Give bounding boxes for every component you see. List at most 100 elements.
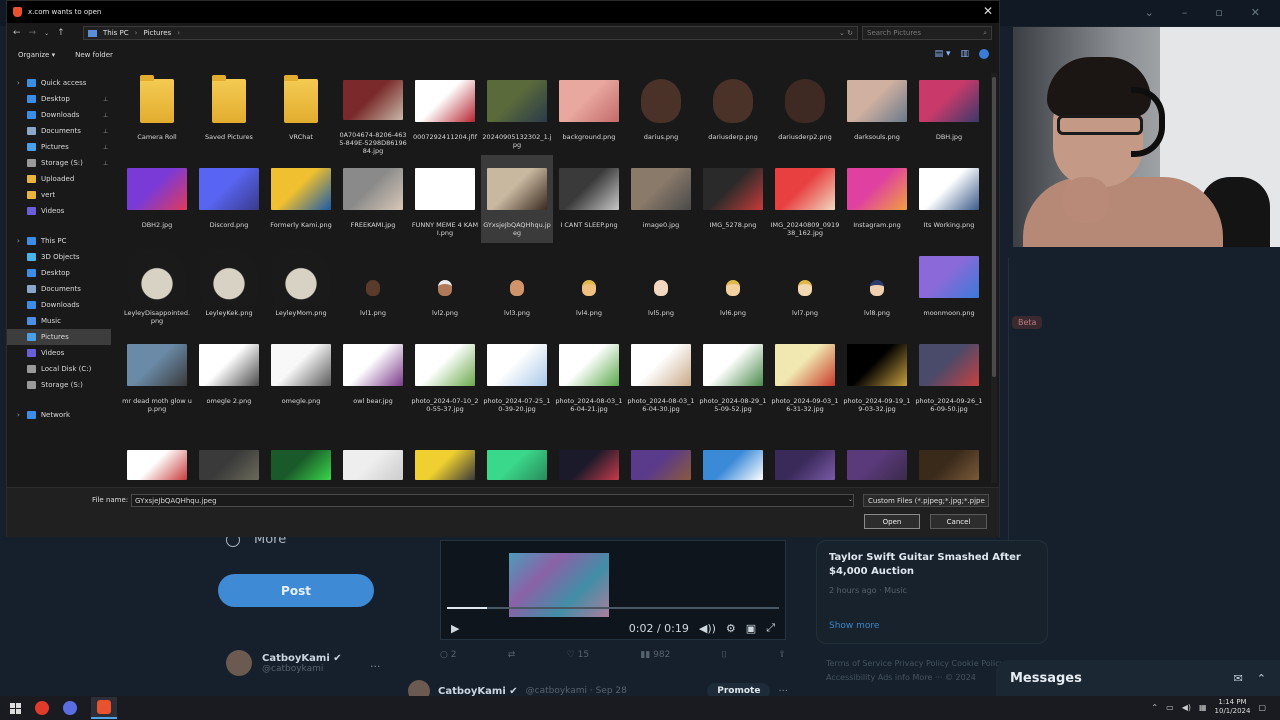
file-item[interactable]: lvl3.png (481, 243, 553, 331)
file-item[interactable]: darksouls.png (841, 67, 913, 155)
nav-item-uploaded[interactable]: Uploaded (7, 171, 111, 187)
nav-item-network[interactable]: Network (7, 407, 111, 423)
folder-item[interactable]: Saved Pictures (193, 67, 265, 155)
nav-item-videos[interactable]: Videos (7, 203, 111, 219)
video-progress-bar[interactable] (447, 607, 779, 609)
obs-icon[interactable] (35, 701, 49, 715)
file-item[interactable]: GYxsjeJbQAQHhqu.jpeg (481, 155, 553, 243)
file-item[interactable]: lvl4.png (553, 243, 625, 331)
recent-locations-icon[interactable]: ⌄ (44, 30, 49, 37)
file-item[interactable] (625, 419, 697, 485)
open-button[interactable]: Open (864, 514, 920, 529)
close-icon[interactable]: ✕ (983, 4, 993, 18)
video-player[interactable]: ▶ 0:02 / 0:19 ◀)) ⚙ ▣ ⤢ (440, 540, 786, 640)
file-item[interactable]: owl bear.jpg (337, 331, 409, 419)
folder-item[interactable]: VRChat (265, 67, 337, 155)
reply-icon[interactable]: ○ 2 (440, 650, 456, 660)
chevron-down-icon[interactable]: ⌄ (848, 496, 853, 503)
file-item[interactable]: photo_2024-09-03_16-31-32.jpg (769, 331, 841, 419)
maximize-icon[interactable]: ▫ (1215, 6, 1222, 19)
file-item[interactable]: DBH2.jpg (121, 155, 193, 243)
account-switcher[interactable]: CatboyKami ✔ @catboykami (226, 650, 342, 676)
file-item[interactable]: mr dead moth glow up.png (121, 331, 193, 419)
file-item[interactable] (337, 419, 409, 485)
nav-item-desktop[interactable]: Desktop (7, 265, 111, 281)
file-item[interactable] (481, 419, 553, 485)
folder-item[interactable]: Camera Roll (121, 67, 193, 155)
minimize-icon[interactable]: – (1182, 6, 1188, 19)
nav-item-storage-s[interactable]: Storage (S:) (7, 377, 111, 393)
chevron-down-icon[interactable]: ⌄ (1145, 6, 1154, 19)
file-item[interactable]: photo_2024-07-25_10-39-20.jpg (481, 331, 553, 419)
file-item[interactable]: lvl7.png (769, 243, 841, 331)
play-icon[interactable]: ▶ (451, 622, 459, 635)
nav-item-3d-objects[interactable]: 3D Objects (7, 249, 111, 265)
help-icon[interactable] (979, 49, 989, 59)
nav-item-downloads[interactable]: Downloads (7, 297, 111, 313)
refresh-icon[interactable]: ⌄ ↻ (839, 29, 857, 37)
messages-drawer[interactable]: Messages ✉ ⌃ (996, 660, 1280, 696)
retweet-icon[interactable]: ⇄ (508, 650, 516, 660)
file-item[interactable]: dariusderp2.png (769, 67, 841, 155)
bookmark-icon[interactable]: ⌷ (722, 650, 727, 660)
share-icon[interactable]: ⇪ (778, 650, 786, 660)
file-item[interactable]: IMG_20240809_091938_162.jpg (769, 155, 841, 243)
expand-icon[interactable]: ⌃ (1257, 672, 1266, 685)
post-button[interactable]: Post (218, 574, 374, 607)
file-item[interactable] (121, 419, 193, 485)
new-message-icon[interactable]: ✉ (1234, 672, 1243, 685)
file-item[interactable]: 0007292411204.jfif (409, 67, 481, 155)
file-item[interactable]: omegle 2.png (193, 331, 265, 419)
file-item[interactable]: I CANT SLEEP.png (553, 155, 625, 243)
pip-icon[interactable]: ▣ (746, 622, 756, 635)
file-item[interactable]: LeyleyDisappointed.png (121, 243, 193, 331)
nav-item-local-disk-c[interactable]: Local Disk (C:) (7, 361, 111, 377)
file-item[interactable]: Formerly Kami.png (265, 155, 337, 243)
address-bar[interactable]: This PC › Pictures › ⌄ ↻ (83, 26, 858, 40)
file-item[interactable]: lvl8.png (841, 243, 913, 331)
tray-overflow-icon[interactable]: ⌃ (1151, 703, 1158, 712)
file-item[interactable]: moonmoon.png (913, 243, 985, 331)
file-item[interactable]: photo_2024-07-10_20-55-37.jpg (409, 331, 481, 419)
file-item[interactable]: Instagram.png (841, 155, 913, 243)
file-item[interactable] (553, 419, 625, 485)
organize-button[interactable]: Organize ▾ (18, 51, 55, 59)
file-item[interactable] (409, 419, 481, 485)
tweet-menu-icon[interactable]: ··· (778, 686, 788, 697)
new-folder-button[interactable]: New folder (75, 51, 113, 59)
file-item[interactable] (193, 419, 265, 485)
nav-item-music[interactable]: Music (7, 313, 111, 329)
search-input[interactable]: Search Pictures ⌕ (862, 26, 992, 40)
nav-item-videos[interactable]: Videos (7, 345, 111, 361)
nav-item-documents[interactable]: Documents (7, 281, 111, 297)
nav-item-this-pc[interactable]: This PC (7, 233, 111, 249)
file-name-input[interactable]: GYxsjeJbQAQHhqu.jpeg (131, 494, 854, 507)
file-item[interactable] (913, 419, 985, 485)
back-icon[interactable]: ← (13, 28, 21, 38)
nav-item-quick-access[interactable]: Quick access (7, 75, 111, 91)
file-item[interactable] (841, 419, 913, 485)
nav-item-storage-s[interactable]: Storage (S:) ⊥ (7, 155, 111, 171)
file-item[interactable]: photo_2024-08-03_16-04-21.jpg (553, 331, 625, 419)
file-item[interactable]: image0.jpg (625, 155, 697, 243)
views-icon[interactable]: ▮▮ 982 (640, 650, 670, 660)
show-more-link[interactable]: Show more (829, 621, 879, 631)
volume-icon[interactable]: ◀) (1182, 703, 1191, 712)
file-item[interactable] (769, 419, 841, 485)
trending-card[interactable]: Taylor Swift Guitar Smashed After $4,000… (816, 540, 1048, 644)
forward-icon[interactable]: → (29, 28, 37, 38)
notifications-icon[interactable]: ▢ (1258, 703, 1266, 712)
file-item[interactable]: photo_2024-09-26_16-09-50.jpg (913, 331, 985, 419)
file-item[interactable] (697, 419, 769, 485)
breadcrumb-this-pc[interactable]: This PC (103, 29, 129, 37)
settings-icon[interactable]: ⚙ (726, 622, 736, 635)
file-item[interactable]: Discord.png (193, 155, 265, 243)
breadcrumb-pictures[interactable]: Pictures (143, 29, 171, 37)
file-item[interactable]: omegle.png (265, 331, 337, 419)
chrome-icon[interactable] (63, 701, 77, 715)
preview-pane-icon[interactable]: ▥ (960, 49, 969, 59)
nav-item-desktop[interactable]: Desktop ⊥ (7, 91, 111, 107)
footer-links[interactable]: Terms of Service Privacy Policy Cookie P… (826, 657, 1016, 685)
close-icon[interactable]: ✕ (1251, 6, 1260, 19)
clock[interactable]: 1:14 PM 10/1/2024 (1215, 698, 1251, 716)
